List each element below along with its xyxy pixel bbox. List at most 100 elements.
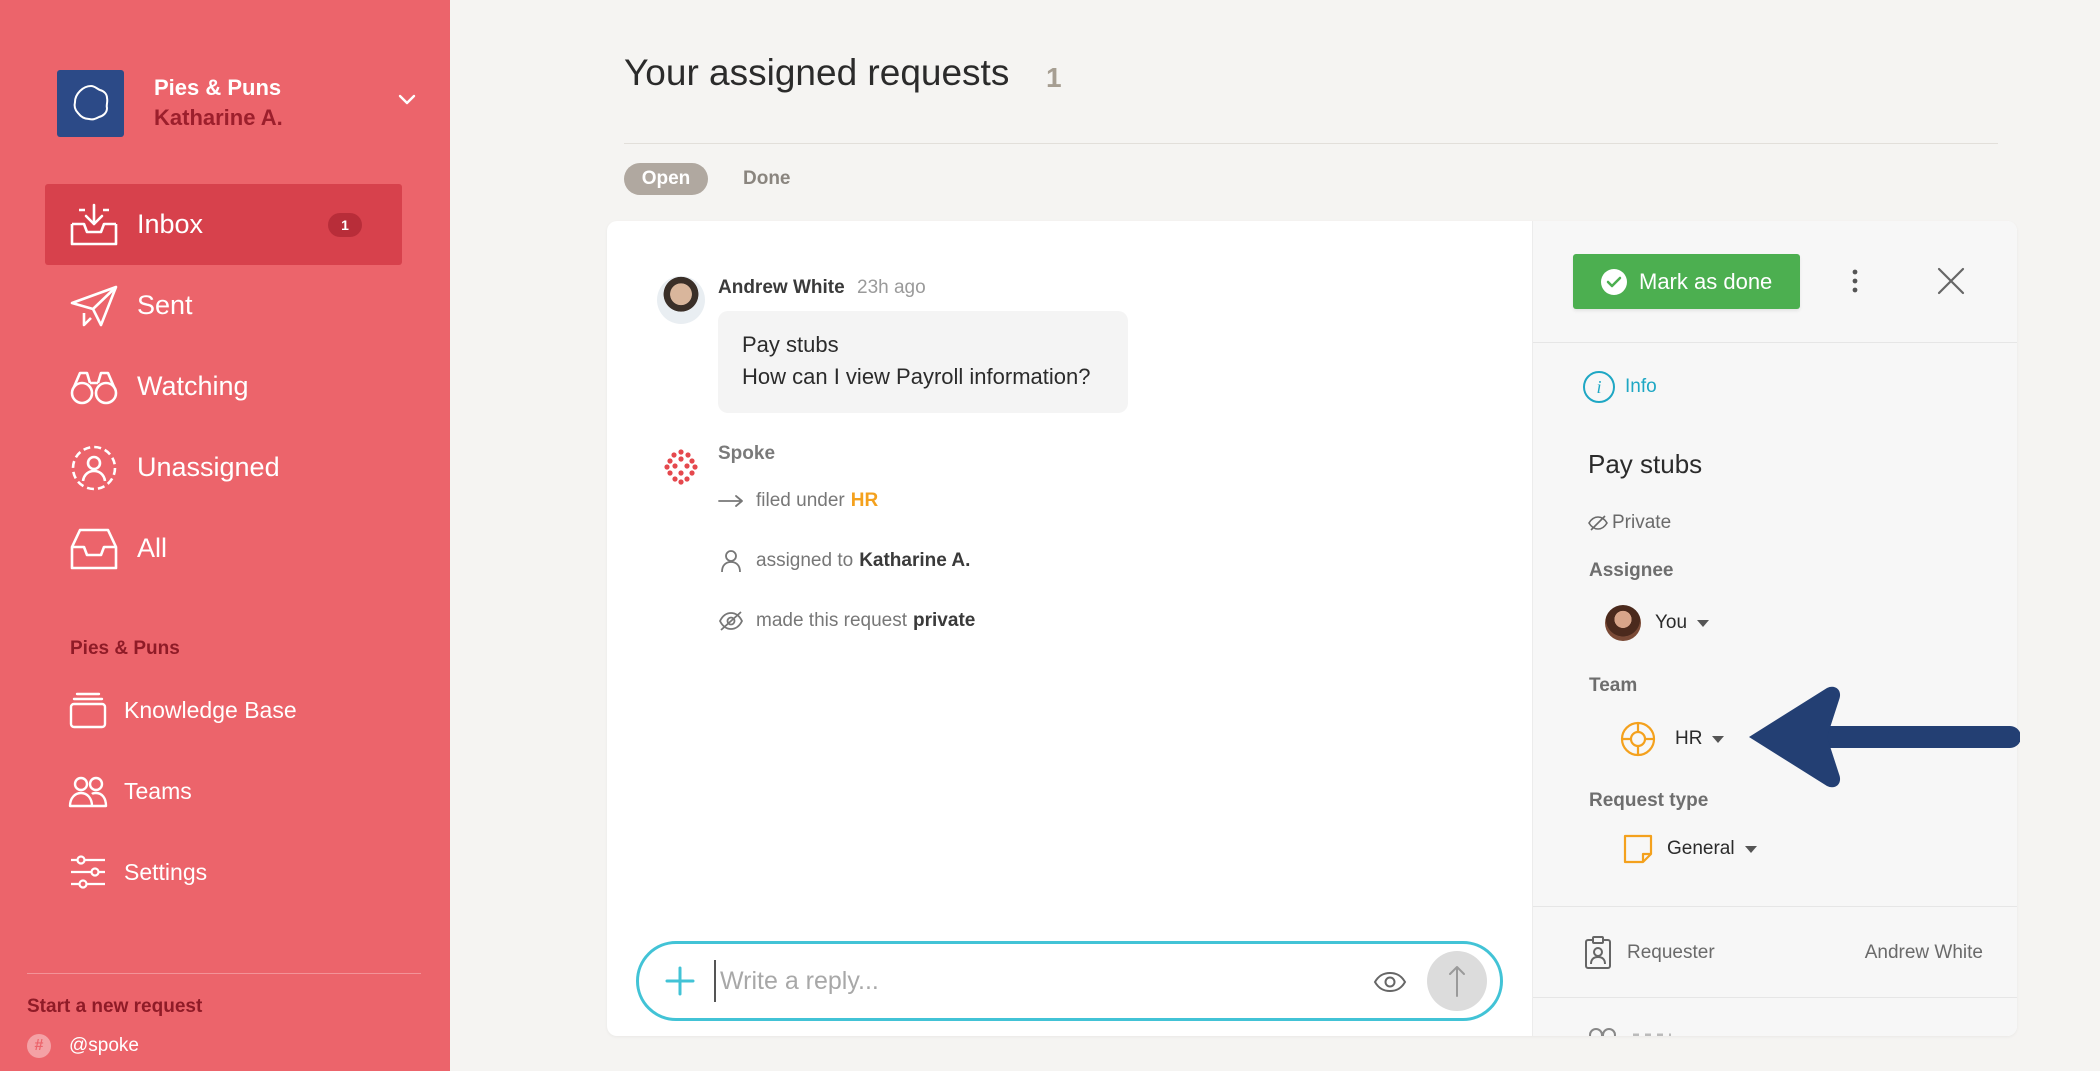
people-icon xyxy=(68,771,108,811)
tray-icon xyxy=(69,524,119,574)
assignee-label: Assignee xyxy=(1589,560,1674,581)
workspace-section-label: Pies & Puns xyxy=(70,638,180,659)
add-attachment-icon[interactable] xyxy=(661,962,699,1000)
stack-icon xyxy=(68,690,108,730)
sidebar-item-label: Teams xyxy=(124,777,192,804)
info-icon: i xyxy=(1583,371,1615,403)
arrow-right-icon xyxy=(718,488,744,514)
details-panel: Mark as done i Info Pay stubs Private As… xyxy=(1532,221,2017,1036)
assignee-dropdown[interactable]: You xyxy=(1605,605,1710,641)
workspace-switcher[interactable]: Pies & Puns Katharine A. xyxy=(57,68,417,138)
sticky-note-icon xyxy=(1623,834,1653,864)
event-text: filed under xyxy=(756,490,845,511)
eye-slash-icon xyxy=(1588,513,1608,533)
assignee-value: You xyxy=(1655,612,1688,633)
avatar[interactable] xyxy=(657,276,705,324)
team-label: Team xyxy=(1589,675,1638,696)
page-count: 1 xyxy=(1046,62,1062,93)
inbox-count-badge: 1 xyxy=(328,213,362,237)
sidebar-item-knowledge-base[interactable]: Knowledge Base xyxy=(68,680,398,740)
team-dropdown[interactable]: HR xyxy=(1619,720,1725,758)
team-link[interactable]: HR xyxy=(851,490,878,512)
slack-handle-link[interactable]: # @spoke xyxy=(27,1034,139,1058)
sidebar-item-watching[interactable]: Watching xyxy=(45,346,402,427)
sidebar-divider xyxy=(27,973,421,974)
more-options-icon[interactable] xyxy=(1840,256,1870,306)
workspace-name: Pies & Puns xyxy=(154,75,282,100)
reply-composer xyxy=(636,941,1503,1021)
conversation-pane: Andrew White 23h ago Pay stubs How can I… xyxy=(607,221,1532,1036)
reply-input[interactable] xyxy=(714,960,1294,1002)
sidebar-item-settings[interactable]: Settings xyxy=(68,842,398,902)
team-value: HR xyxy=(1675,728,1703,749)
life-ring-icon xyxy=(1619,720,1657,758)
event-assigned-to: assigned to Katharine A. xyxy=(718,546,970,576)
start-new-request-link[interactable]: Start a new request xyxy=(27,996,202,1018)
id-badge-icon xyxy=(1583,935,1613,971)
sidebar-item-all[interactable]: All xyxy=(45,508,402,589)
message-author[interactable]: Andrew White xyxy=(718,277,845,299)
spoke-logo-icon xyxy=(661,446,701,486)
avatar xyxy=(1605,605,1641,641)
close-icon[interactable] xyxy=(1929,259,1973,303)
sidebar: Pies & Puns Katharine A. Inbox 1 Sent Wa… xyxy=(0,0,450,1071)
eye-icon[interactable] xyxy=(1372,964,1408,1000)
sliders-icon xyxy=(68,852,108,892)
request-type-value: General xyxy=(1667,838,1735,859)
sidebar-item-label: Inbox xyxy=(137,209,204,239)
sidebar-item-sent[interactable]: Sent xyxy=(45,265,402,346)
inbox-icon xyxy=(69,200,119,250)
mark-as-done-label: Mark as done xyxy=(1639,268,1773,294)
message-body: How can I view Payroll information? xyxy=(742,364,1091,389)
tab-info[interactable]: i Info xyxy=(1583,371,1657,403)
sidebar-item-label: Sent xyxy=(137,290,193,320)
chevron-down-icon[interactable] xyxy=(397,92,417,111)
send-button[interactable] xyxy=(1427,951,1487,1011)
header-divider xyxy=(624,143,1998,144)
tab-done[interactable]: Done xyxy=(743,163,791,195)
sidebar-item-label: Watching xyxy=(137,371,249,401)
details-divider xyxy=(1533,997,2017,998)
request-card: Andrew White 23h ago Pay stubs How can I… xyxy=(607,221,2017,1036)
event-value: private xyxy=(913,610,976,631)
details-divider xyxy=(1533,906,2017,907)
request-type-label: Request type xyxy=(1589,790,1709,811)
sidebar-item-label: Unassigned xyxy=(137,452,280,482)
system-name: Spoke xyxy=(718,443,776,464)
message-timestamp: 23h ago xyxy=(857,277,926,298)
event-made-private: made this request private xyxy=(718,606,975,636)
privacy-status[interactable]: Private xyxy=(1588,512,1671,534)
message-subject: Pay stubs xyxy=(742,332,839,357)
details-divider xyxy=(1533,342,2017,343)
privacy-label: Private xyxy=(1612,512,1672,533)
slack-handle-label: @spoke xyxy=(69,1035,139,1056)
caret-down-icon xyxy=(1697,619,1710,627)
eye-slash-icon xyxy=(718,608,744,634)
event-text: made this request xyxy=(756,610,908,631)
page-title: Your assigned requests xyxy=(624,52,1010,93)
event-text: assigned to xyxy=(756,550,854,571)
assignee-link[interactable]: Katharine A. xyxy=(859,550,970,572)
requester-value: Andrew White xyxy=(1864,942,1983,963)
requester-label: Requester xyxy=(1627,942,1715,963)
check-icon xyxy=(1601,268,1627,295)
request-title[interactable]: Pay stubs xyxy=(1588,449,1702,480)
mark-as-done-button[interactable]: Mark as done xyxy=(1573,254,1800,309)
requester-row[interactable]: Requester Andrew White xyxy=(1583,933,1983,973)
binoculars-icon xyxy=(69,362,119,412)
caret-down-icon xyxy=(1712,735,1725,743)
sidebar-item-teams[interactable]: Teams xyxy=(68,761,398,821)
sidebar-item-label: All xyxy=(137,533,168,563)
tab-info-label: Info xyxy=(1625,376,1657,397)
tab-open[interactable]: Open xyxy=(624,163,708,195)
sidebar-item-label: Settings xyxy=(124,858,208,885)
cutoff-row xyxy=(1583,1021,1673,1036)
request-type-dropdown[interactable]: General xyxy=(1623,834,1757,864)
unassigned-user-icon xyxy=(69,443,119,493)
sidebar-item-inbox[interactable]: Inbox 1 xyxy=(45,184,402,265)
message-bubble: Pay stubs How can I view Payroll informa… xyxy=(718,311,1128,413)
sidebar-item-unassigned[interactable]: Unassigned xyxy=(45,427,402,508)
event-filed-under: filed under HR xyxy=(718,486,878,516)
slack-icon: # xyxy=(27,1034,51,1058)
caret-down-icon xyxy=(1744,845,1757,853)
